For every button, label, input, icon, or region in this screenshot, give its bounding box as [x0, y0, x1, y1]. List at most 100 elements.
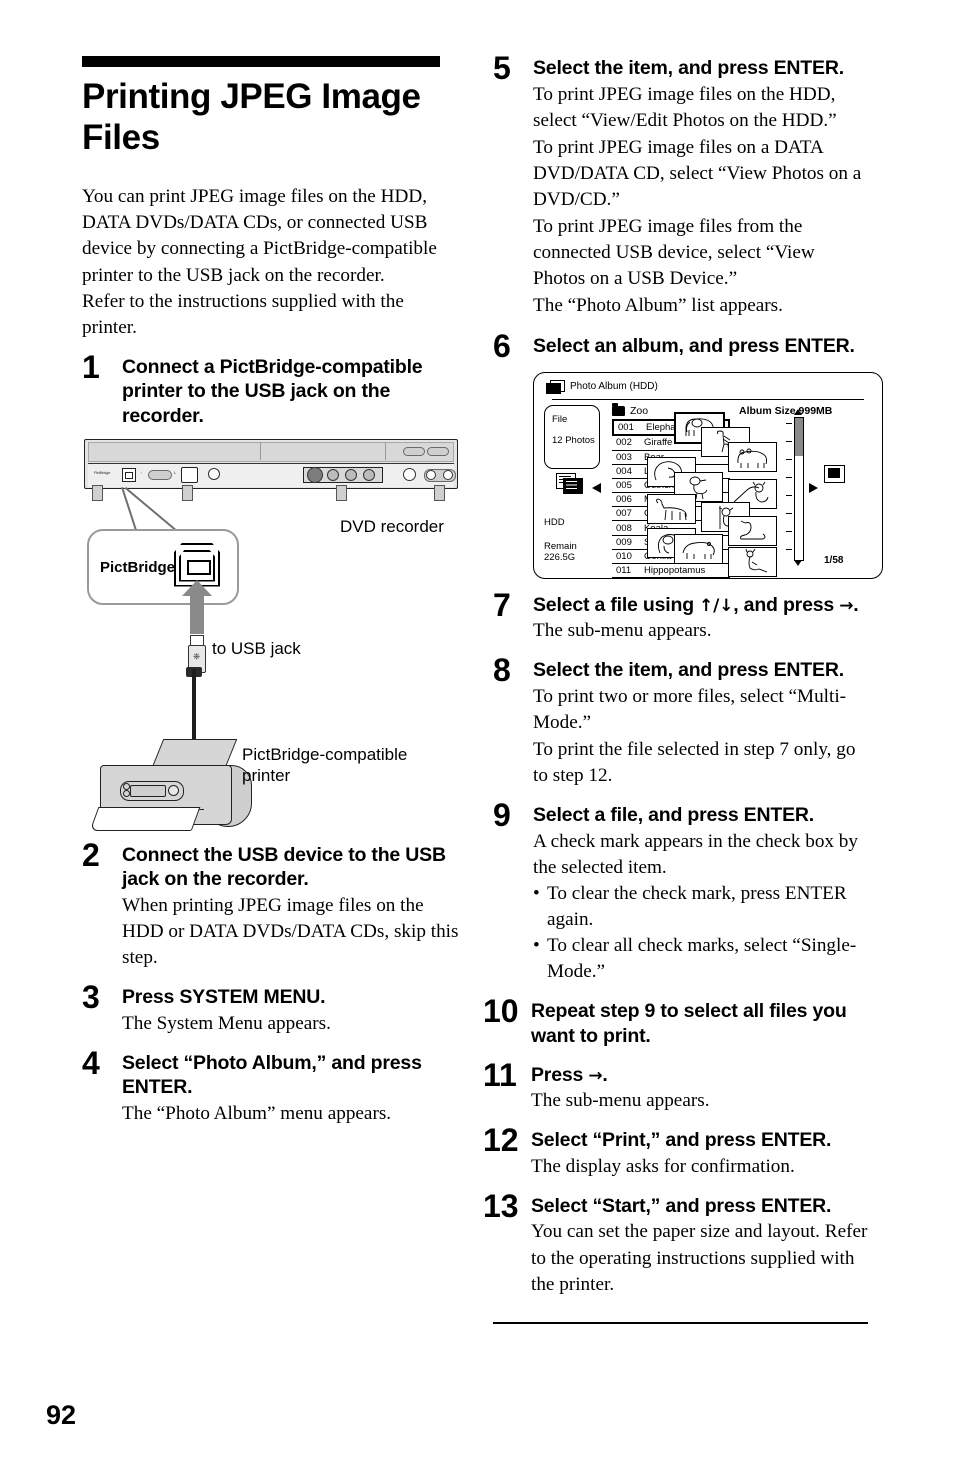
usb-cable [192, 668, 196, 745]
step-5-heading: Select the item, and press ENTER. [533, 57, 844, 79]
osd-remain-value: 226.5G [544, 551, 576, 563]
osd-album-size: Album Size 999MB [739, 404, 833, 417]
step-9-bullet: To clear the check mark, press ENTER aga… [533, 881, 871, 933]
osd-file-row[interactable]: 011 Hippopotamus [612, 564, 730, 578]
osd-remain-label: Remain [544, 540, 577, 552]
step-9-bullet: To clear all check marks, select “Single… [533, 933, 871, 985]
figure-recorder-printer: PictBridge ↑ L DVD recorder PictBridge ⎈… [82, 438, 460, 831]
step-8-description-1: To print two or more files, select “Mult… [533, 685, 847, 733]
step-4-heading: Select “Photo Album,” and press ENTER. [122, 1051, 422, 1099]
thumbnail-kangaroo[interactable] [728, 546, 777, 577]
label-dvd-recorder: DVD recorder [340, 516, 444, 536]
osd-file-no: 007 [616, 508, 632, 520]
thumbnail-swan[interactable] [728, 515, 777, 546]
osd-page-count: 1/58 [824, 554, 844, 566]
osd-file-no: 001 [618, 421, 634, 433]
osd-scroll-ticks [786, 417, 792, 559]
step-6-number: 6 [493, 327, 511, 364]
step-9-description: A check mark appears in the check box by… [533, 830, 858, 878]
osd-file-no: 006 [616, 494, 632, 506]
right-arrow-icon [809, 482, 818, 493]
step-9-heading: Select a file, and press ENTER. [533, 804, 814, 827]
step-4: 4 Select “Photo Album,” and press ENTER.… [82, 1047, 460, 1127]
intro-paragraph-1: You can print JPEG image files on the HD… [82, 186, 437, 286]
step-3: 3 Press SYSTEM MENU. The System Menu app… [82, 981, 460, 1037]
step-7-number: 7 [493, 586, 511, 623]
step-2: 2 Connect the USB device to the USB jack… [82, 839, 460, 971]
step-4-description: The “Photo Album” menu appears. [122, 1102, 392, 1124]
osd-file-no: 005 [616, 480, 632, 491]
osd-hdd-label: HDD [544, 516, 565, 528]
usb-plug-icon: ⎈ [186, 634, 206, 673]
label-to-usb-jack: to USB jack [212, 638, 301, 658]
step-3-number: 3 [82, 978, 100, 1015]
photo-album-icon [546, 379, 565, 394]
osd-file-label: File [552, 413, 568, 425]
thumbnail-hippopotamus[interactable] [674, 533, 723, 564]
step-6-heading: Select an album, and press ENTER. [533, 334, 855, 357]
step-3-description: The System Menu appears. [122, 1012, 331, 1034]
step-8-number: 8 [493, 652, 511, 689]
label-pictbridge-printer: PictBridge-compatible printer [242, 744, 408, 785]
step-13-description: You can set the paper size and layout. R… [531, 1221, 868, 1295]
osd-file-no: 002 [616, 437, 632, 449]
step-1-heading: Connect a PictBridge-compatible printer … [122, 355, 423, 427]
step-12-number: 12 [483, 1122, 519, 1159]
step-7-description: The sub-menu appears. [533, 620, 712, 642]
step-8-description-2: To print the file selected in step 7 onl… [533, 739, 856, 787]
osd-file-no: 011 [616, 565, 632, 577]
step-5-description-2: To print JPEG image files on a DATA DVD/… [533, 136, 862, 210]
scroll-up-arrow-icon[interactable] [794, 408, 802, 415]
step-4-number: 4 [82, 1044, 100, 1081]
page-title: Printing JPEG Image Files [82, 77, 421, 157]
step-9-bullet-list: To clear the check mark, press ENTER aga… [533, 881, 871, 985]
thumbnail-calf[interactable] [647, 493, 696, 524]
step-6: 6 Select an album, and press ENTER. [493, 330, 871, 362]
step-9-number: 9 [493, 797, 511, 834]
osd-title-text: Photo Album (HDD) [570, 380, 658, 392]
right-column: 5 Select the item, and press ENTER. To p… [483, 52, 883, 1324]
step-8-heading: Select the item, and press ENTER. [533, 659, 844, 682]
step-11: 11 Press →. The sub-menu appears. [483, 1059, 871, 1115]
step-10-heading: Repeat step 9 to select all files you wa… [531, 1000, 847, 1047]
connection-arrow-icon [182, 579, 212, 634]
step-5-description-4: The “Photo Album” list appears. [533, 295, 783, 317]
step-10-number: 10 [483, 993, 519, 1030]
right-arrow-icon: → [839, 595, 854, 616]
page-number: 92 [46, 1400, 77, 1430]
step-11-text-pre: Press [531, 1063, 589, 1086]
folder-icon [612, 402, 625, 416]
step-7-text-post: . [853, 593, 859, 616]
osd-folder-name: Zoo [630, 404, 649, 417]
step-11-number: 11 [483, 1056, 517, 1093]
step-9: 9 Select a file, and press ENTER. A chec… [493, 799, 871, 985]
list-view-icon[interactable] [556, 472, 583, 494]
step-8: 8 Select the item, and press ENTER. To p… [493, 654, 871, 789]
osd-scrollbar[interactable] [794, 416, 804, 561]
thumbnail-bear[interactable] [728, 441, 777, 472]
step-2-number: 2 [82, 836, 100, 873]
right-arrow-icon: → [588, 1065, 603, 1086]
osd-file-no: 003 [616, 451, 632, 463]
usb-jack-highlight [122, 467, 136, 482]
step-13-number: 13 [483, 1187, 519, 1224]
step-13: 13 Select “Start,” and press ENTER. You … [483, 1190, 871, 1298]
step-7-heading: Select a file using ↑/↓, and press →. [533, 593, 871, 618]
step-2-heading: Connect the USB device to the USB jack o… [122, 843, 446, 891]
step-12-description: The display asks for confirmation. [531, 1155, 795, 1177]
step-11-heading: Press →. [531, 1063, 871, 1088]
osd-title: Photo Album (HDD) [546, 379, 658, 394]
osd-photo-count: 12 Photos [552, 434, 595, 446]
osd-folder: Zoo [612, 402, 649, 417]
step-11-description: The sub-menu appears. [531, 1090, 710, 1112]
step-12: 12 Select “Print,” and press ENTER. The … [483, 1124, 871, 1180]
display-mode-icon[interactable] [824, 464, 845, 483]
step-12-heading: Select “Print,” and press ENTER. [531, 1129, 832, 1152]
osd-file-info-panel: File 12 Photos [544, 404, 600, 469]
scroll-down-arrow-icon[interactable] [794, 559, 802, 566]
title-rule [82, 56, 440, 67]
pictbridge-label: PictBridge [100, 558, 176, 576]
left-arrow-icon [592, 482, 601, 493]
dvd-recorder-front-panel: PictBridge ↑ L [84, 438, 458, 489]
osd-file-no: 009 [616, 536, 632, 548]
